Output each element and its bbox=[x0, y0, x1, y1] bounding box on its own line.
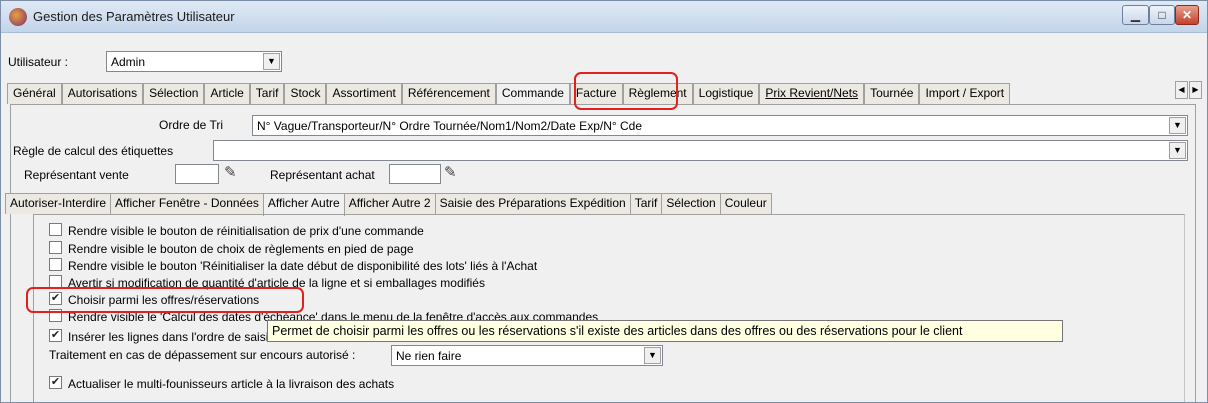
option-label: Rendre visible le bouton de choix de règ… bbox=[68, 241, 414, 256]
actualiser-label: Actualiser le multi-founisseurs article … bbox=[68, 376, 395, 391]
sub-tabs: Autoriser-Interdire Afficher Fenêtre - Do… bbox=[5, 191, 772, 216]
ordre-tri-select[interactable]: N° Vague/Transporteur/N° Ordre Tournée/N… bbox=[252, 115, 1188, 136]
highlight-choisir-option bbox=[26, 287, 304, 313]
tab-referencement[interactable]: Référencement bbox=[401, 83, 496, 104]
close-button[interactable]: ✕ bbox=[1175, 5, 1199, 25]
traitement-value: Ne rien faire bbox=[396, 349, 462, 363]
tab-assortiment[interactable]: Assortiment bbox=[326, 83, 402, 104]
option-label: Rendre visible le bouton 'Réinitialiser … bbox=[68, 258, 538, 273]
chevron-down-icon[interactable]: ▼ bbox=[263, 53, 280, 70]
checkmark-icon[interactable]: ✔ bbox=[49, 376, 62, 390]
regle-calcul-select[interactable]: ▼ bbox=[213, 140, 1188, 161]
subtab-afficher-autre-2[interactable]: Afficher Autre 2 bbox=[343, 193, 436, 214]
rep-vente-search-icon[interactable]: ✎ bbox=[224, 163, 237, 181]
option-row[interactable]: Rendre visible le bouton de choix de règ… bbox=[49, 241, 414, 257]
user-select-value: Admin bbox=[111, 55, 146, 69]
tooltip: Permet de choisir parmi les offres ou le… bbox=[267, 320, 1063, 342]
option-label: Insérer les lignes dans l'ordre de saisi… bbox=[68, 329, 276, 344]
tab-scroll-left-icon[interactable]: ◀ bbox=[1175, 81, 1188, 99]
chevron-down-icon[interactable]: ▼ bbox=[644, 347, 661, 364]
minimize-button[interactable]: ▁ bbox=[1122, 5, 1149, 25]
maximize-button[interactable]: □ bbox=[1149, 5, 1175, 25]
ordre-tri-label: Ordre de Tri bbox=[159, 118, 224, 132]
tab-autorisations[interactable]: Autorisations bbox=[61, 83, 144, 104]
subtab-selection[interactable]: Sélection bbox=[661, 193, 721, 214]
traitement-select[interactable]: Ne rien faire ▼ bbox=[391, 345, 663, 366]
actualiser-row[interactable]: ✔ Actualiser le multi-founisseurs article… bbox=[49, 376, 394, 392]
tab-commande[interactable]: Commande bbox=[495, 83, 570, 104]
checkmark-icon[interactable]: ✔ bbox=[49, 329, 62, 343]
rep-vente-field[interactable] bbox=[175, 164, 219, 184]
rep-achat-field[interactable] bbox=[389, 164, 441, 184]
tab-general[interactable]: Général bbox=[7, 83, 62, 104]
tab-tournee[interactable]: Tournée bbox=[864, 83, 920, 104]
option-checkbox[interactable] bbox=[49, 258, 62, 272]
subtab-afficher-fenetre[interactable]: Afficher Fenêtre - Données bbox=[110, 193, 264, 214]
option-checkbox[interactable] bbox=[49, 223, 62, 237]
tab-article[interactable]: Article bbox=[204, 83, 250, 104]
option-label: Rendre visible le bouton de réinitialisa… bbox=[68, 223, 424, 238]
option-row[interactable]: Rendre visible le bouton 'Réinitialiser … bbox=[49, 258, 537, 274]
title-bar[interactable]: Gestion des Paramètres Utilisateur ▁ □ ✕ bbox=[1, 1, 1207, 33]
ordre-tri-value: N° Vague/Transporteur/N° Ordre Tournée/N… bbox=[257, 119, 643, 133]
option-row[interactable]: Rendre visible le bouton de réinitialisa… bbox=[49, 223, 424, 239]
chevron-down-icon[interactable]: ▼ bbox=[1169, 142, 1186, 159]
tab-selection[interactable]: Sélection bbox=[143, 83, 205, 104]
tab-import-export[interactable]: Import / Export bbox=[919, 83, 1011, 104]
window-title: Gestion des Paramètres Utilisateur bbox=[33, 9, 235, 24]
subtab-couleur[interactable]: Couleur bbox=[719, 193, 772, 214]
regle-calcul-label: Règle de calcul des étiquettes bbox=[13, 144, 174, 158]
user-label: Utilisateur : bbox=[8, 55, 69, 69]
traitement-label: Traitement en cas de dépassement sur enc… bbox=[49, 348, 356, 362]
user-select[interactable]: Admin ▼ bbox=[106, 51, 282, 72]
subtab-tarif[interactable]: Tarif bbox=[629, 193, 663, 214]
tab-logistique[interactable]: Logistique bbox=[692, 83, 760, 104]
tab-prix-revient[interactable]: Prix Revient/Nets bbox=[759, 83, 865, 104]
subtab-autoriser-interdire[interactable]: Autoriser-Interdire bbox=[5, 193, 112, 214]
rep-achat-label: Représentant achat bbox=[270, 168, 375, 182]
tab-tarif[interactable]: Tarif bbox=[249, 83, 285, 104]
highlight-commande-tab bbox=[574, 72, 678, 110]
subtab-saisie-preparations[interactable]: Saisie des Préparations Expédition bbox=[434, 193, 631, 214]
subtab-afficher-autre[interactable]: Afficher Autre bbox=[262, 193, 345, 216]
option-checkbox[interactable] bbox=[49, 241, 62, 255]
rep-achat-search-icon[interactable]: ✎ bbox=[444, 163, 457, 181]
option-row[interactable]: ✔ Insérer les lignes dans l'ordre de sais… bbox=[49, 329, 275, 345]
main-window: Gestion des Paramètres Utilisateur ▁ □ ✕… bbox=[0, 0, 1208, 403]
rep-vente-label: Représentant vente bbox=[24, 168, 129, 182]
tab-stock[interactable]: Stock bbox=[284, 83, 327, 104]
chevron-down-icon[interactable]: ▼ bbox=[1169, 117, 1186, 134]
app-icon bbox=[9, 8, 27, 26]
tab-scroll-right-icon[interactable]: ▶ bbox=[1189, 81, 1202, 99]
